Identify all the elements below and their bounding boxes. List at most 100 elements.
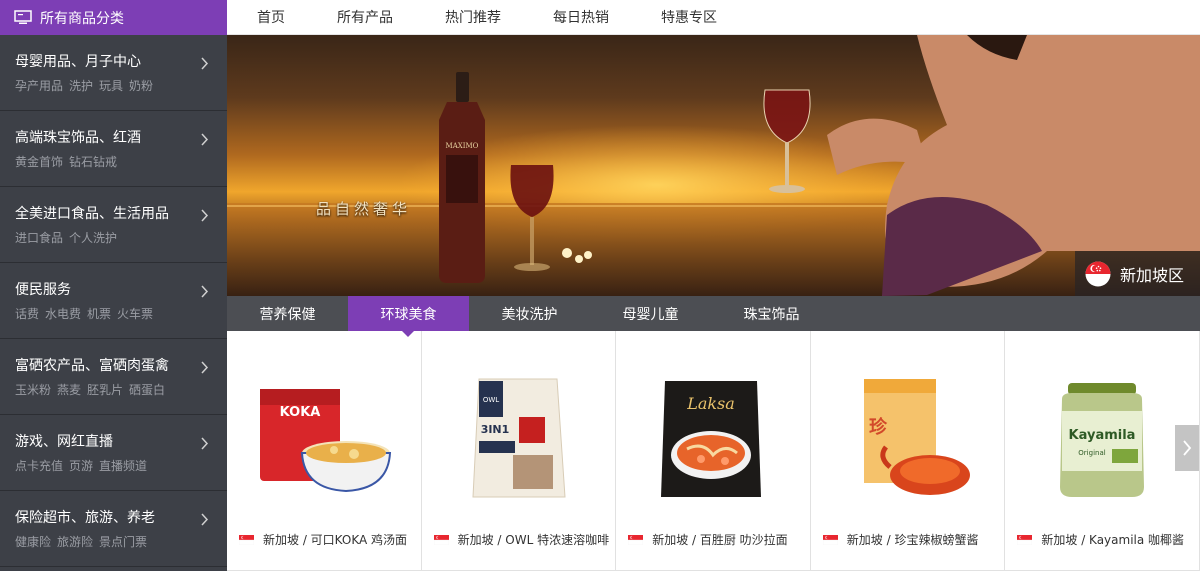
singapore-flag-icon bbox=[822, 534, 838, 545]
chevron-right-icon bbox=[1183, 440, 1192, 456]
nav-special-offers[interactable]: 特惠专区 bbox=[661, 7, 717, 27]
nav-all-products[interactable]: 所有产品 bbox=[337, 7, 393, 27]
category-subitem-link[interactable]: 旅游险 bbox=[57, 535, 93, 549]
product-image-kayamila: Kayamila Original bbox=[1060, 383, 1145, 497]
banner-slogan: 品自然奢华 bbox=[316, 200, 412, 218]
category-subitem-link[interactable]: 奶粉 bbox=[129, 79, 153, 93]
chevron-right-icon bbox=[201, 57, 209, 70]
category-item[interactable]: 保险超市、旅游、养老健康险 旅游险 景点门票 bbox=[0, 491, 227, 567]
category-item[interactable]: 便民服务话费 水电费 机票 火车票 bbox=[0, 263, 227, 339]
category-title[interactable]: 全美进口食品、生活用品 bbox=[15, 204, 227, 224]
product-caption: 新加坡 / Kayamila 咖椰酱 bbox=[1017, 531, 1197, 548]
koka-pkg-text: KOKA bbox=[280, 405, 321, 420]
category-subitem-link[interactable]: 洗护 bbox=[69, 79, 93, 93]
category-title[interactable]: 便民服务 bbox=[15, 280, 227, 300]
product-caption: 新加坡 / 可口KOKA 鸡汤面 bbox=[239, 531, 419, 548]
chevron-right-icon bbox=[201, 285, 209, 298]
category-subitem-link[interactable]: 火车票 bbox=[117, 307, 153, 321]
category-title[interactable]: 保险超市、旅游、养老 bbox=[15, 508, 227, 528]
promo-banner[interactable]: MAXIMO 品自然奢华 新加坡区 bbox=[227, 35, 1200, 296]
tab-baby[interactable]: 母婴儿童 bbox=[590, 296, 711, 331]
category-item[interactable]: 母婴用品、月子中心 孕产用品 洗护 玩具 奶粉 bbox=[0, 35, 227, 111]
product-image-laksa: Laksa bbox=[661, 381, 762, 497]
category-subitem-link[interactable]: 钻石钻戒 bbox=[69, 155, 117, 169]
category-subitem-link[interactable]: 直播频道 bbox=[99, 459, 147, 473]
product-card[interactable]: OWL 3IN1 新加坡 / OWL 特浓速溶咖啡 bbox=[421, 331, 617, 571]
category-subitem-link[interactable]: 孕产用品 bbox=[15, 79, 63, 93]
chevron-right-icon bbox=[201, 437, 209, 450]
category-list: 母婴用品、月子中心 孕产用品 洗护 玩具 奶粉 高端珠宝饰品、红酒 黄金首饰 钻石钻戒 全美进口… bbox=[0, 35, 227, 567]
product-name: 新加坡 / OWL 特浓速溶咖啡 bbox=[457, 533, 610, 547]
banner-artwork: MAXIMO bbox=[227, 35, 1200, 296]
category-item[interactable]: 全美进口食品、生活用品 进口食品 个人洗护 bbox=[0, 187, 227, 263]
monitor-icon bbox=[14, 10, 32, 24]
product-grid: KOKA 新加坡 / 可口KOKA 鸡汤面 OWL 3IN1 新加坡 / OWL… bbox=[227, 331, 1200, 571]
singapore-flag-icon bbox=[239, 534, 254, 545]
top-navigation: 首页 所有产品 热门推荐 每日热销 特惠专区 bbox=[227, 0, 1200, 35]
category-subitem-link[interactable]: 水电费 bbox=[45, 307, 81, 321]
chevron-right-icon bbox=[201, 513, 209, 526]
category-title[interactable]: 母婴用品、月子中心 bbox=[15, 52, 227, 72]
product-image-koka: KOKA bbox=[260, 389, 392, 493]
product-card[interactable]: KOKA 新加坡 / 可口KOKA 鸡汤面 bbox=[227, 331, 422, 571]
product-card[interactable]: 珍 新加坡 / 珍宝辣椒螃蟹酱 bbox=[810, 331, 1006, 571]
product-image-owl: OWL 3IN1 bbox=[472, 378, 566, 498]
nav-home[interactable]: 首页 bbox=[257, 7, 285, 27]
singapore-flag-icon bbox=[628, 534, 644, 545]
category-subitem-link[interactable]: 玉米粉 bbox=[15, 383, 51, 397]
product-name: 新加坡 / Kayamila 咖椰酱 bbox=[1041, 533, 1185, 547]
category-subitem-link[interactable]: 玩具 bbox=[99, 79, 123, 93]
product-card[interactable]: Kayamila Original 新加坡 / Kayamila 咖椰酱 bbox=[1005, 331, 1200, 571]
section-tabs: 营养保健 环球美食 美妆洗护 母婴儿童 珠宝饰品 bbox=[227, 296, 1200, 337]
singapore-flag-icon bbox=[1085, 261, 1111, 286]
category-subitem-link[interactable]: 硒蛋白 bbox=[129, 383, 165, 397]
category-subitems: 孕产用品 洗护 玩具 奶粉 bbox=[15, 77, 227, 94]
category-subitems: 话费 水电费 机票 火车票 bbox=[15, 305, 227, 322]
category-item[interactable]: 高端珠宝饰品、红酒黄金首饰 钻石钻戒 bbox=[0, 111, 227, 187]
category-subitem-link[interactable]: 健康险 bbox=[15, 535, 51, 549]
category-title[interactable]: 高端珠宝饰品、红酒 bbox=[15, 128, 227, 148]
category-item[interactable]: 游戏、网红直播 点卡充值 页游 直播频道 bbox=[0, 415, 227, 491]
category-subitem-link[interactable]: 机票 bbox=[87, 307, 111, 321]
singapore-flag-icon bbox=[433, 534, 449, 545]
category-subitems: 进口食品 个人洗护 bbox=[15, 229, 227, 246]
category-subitem-link[interactable]: 个人洗护 bbox=[69, 231, 117, 245]
category-subitem-link[interactable]: 点卡充值 bbox=[15, 459, 63, 473]
wine-bottle: MAXIMO bbox=[439, 72, 485, 283]
crab-pkg-text: 珍 bbox=[869, 416, 888, 438]
category-subitem-link[interactable]: 燕麦 bbox=[57, 383, 81, 397]
chevron-right-icon bbox=[201, 133, 209, 146]
tab-global-food[interactable]: 环球美食 bbox=[348, 296, 469, 337]
nav-daily-bestsellers[interactable]: 每日热销 bbox=[553, 7, 609, 27]
owl-pkg-text: OWL bbox=[482, 396, 498, 404]
tab-jewelry[interactable]: 珠宝饰品 bbox=[711, 296, 832, 331]
category-subitems: 点卡充值 页游 直播频道 bbox=[15, 457, 227, 474]
all-categories-label: 所有商品分类 bbox=[40, 10, 124, 27]
category-subitems: 玉米粉 燕麦 胚乳片 硒蛋白 bbox=[15, 381, 227, 398]
singapore-flag-icon bbox=[1017, 534, 1033, 545]
nav-hot-recommend[interactable]: 热门推荐 bbox=[445, 7, 501, 27]
all-categories-header[interactable]: 所有商品分类 bbox=[0, 0, 227, 35]
kayamila-pkg-text: Kayamila bbox=[1069, 428, 1136, 443]
tab-beauty[interactable]: 美妆洗护 bbox=[469, 296, 590, 331]
product-caption: 新加坡 / 百胜厨 叻沙拉面 bbox=[628, 531, 808, 548]
category-item[interactable]: 富硒农产品、富硒肉蛋禽 玉米粉 燕麦 胚乳片 硒蛋白 bbox=[0, 339, 227, 415]
category-subitem-link[interactable]: 话费 bbox=[15, 307, 39, 321]
category-subitem-link[interactable]: 页游 bbox=[69, 459, 93, 473]
chevron-right-icon bbox=[201, 361, 209, 374]
category-subitem-link[interactable]: 进口食品 bbox=[15, 231, 63, 245]
category-title[interactable]: 游戏、网红直播 bbox=[15, 432, 227, 452]
category-title[interactable]: 富硒农产品、富硒肉蛋禽 bbox=[15, 356, 227, 376]
region-badge[interactable]: 新加坡区 bbox=[1075, 251, 1200, 296]
kayamila-pkg-text2: Original bbox=[1079, 449, 1106, 457]
category-subitem-link[interactable]: 景点门票 bbox=[99, 535, 147, 549]
product-image-crab-sauce: 珍 bbox=[863, 379, 970, 495]
carousel-next-button[interactable] bbox=[1175, 425, 1199, 471]
category-subitem-link[interactable]: 黄金首饰 bbox=[15, 155, 63, 169]
category-subitem-link[interactable]: 胚乳片 bbox=[87, 383, 123, 397]
category-sidebar: 所有商品分类 母婴用品、月子中心 孕产用品 洗护 玩具 奶粉 高端珠宝饰品、红酒 黄金首饰钻… bbox=[0, 0, 227, 571]
product-card[interactable]: Laksa 新加坡 / 百胜厨 叻沙拉面 bbox=[616, 331, 811, 571]
tab-nutrition[interactable]: 营养保健 bbox=[227, 296, 348, 331]
product-caption: 新加坡 / 珍宝辣椒螃蟹酱 bbox=[822, 531, 1003, 548]
product-name: 新加坡 / 百胜厨 叻沙拉面 bbox=[652, 533, 788, 547]
